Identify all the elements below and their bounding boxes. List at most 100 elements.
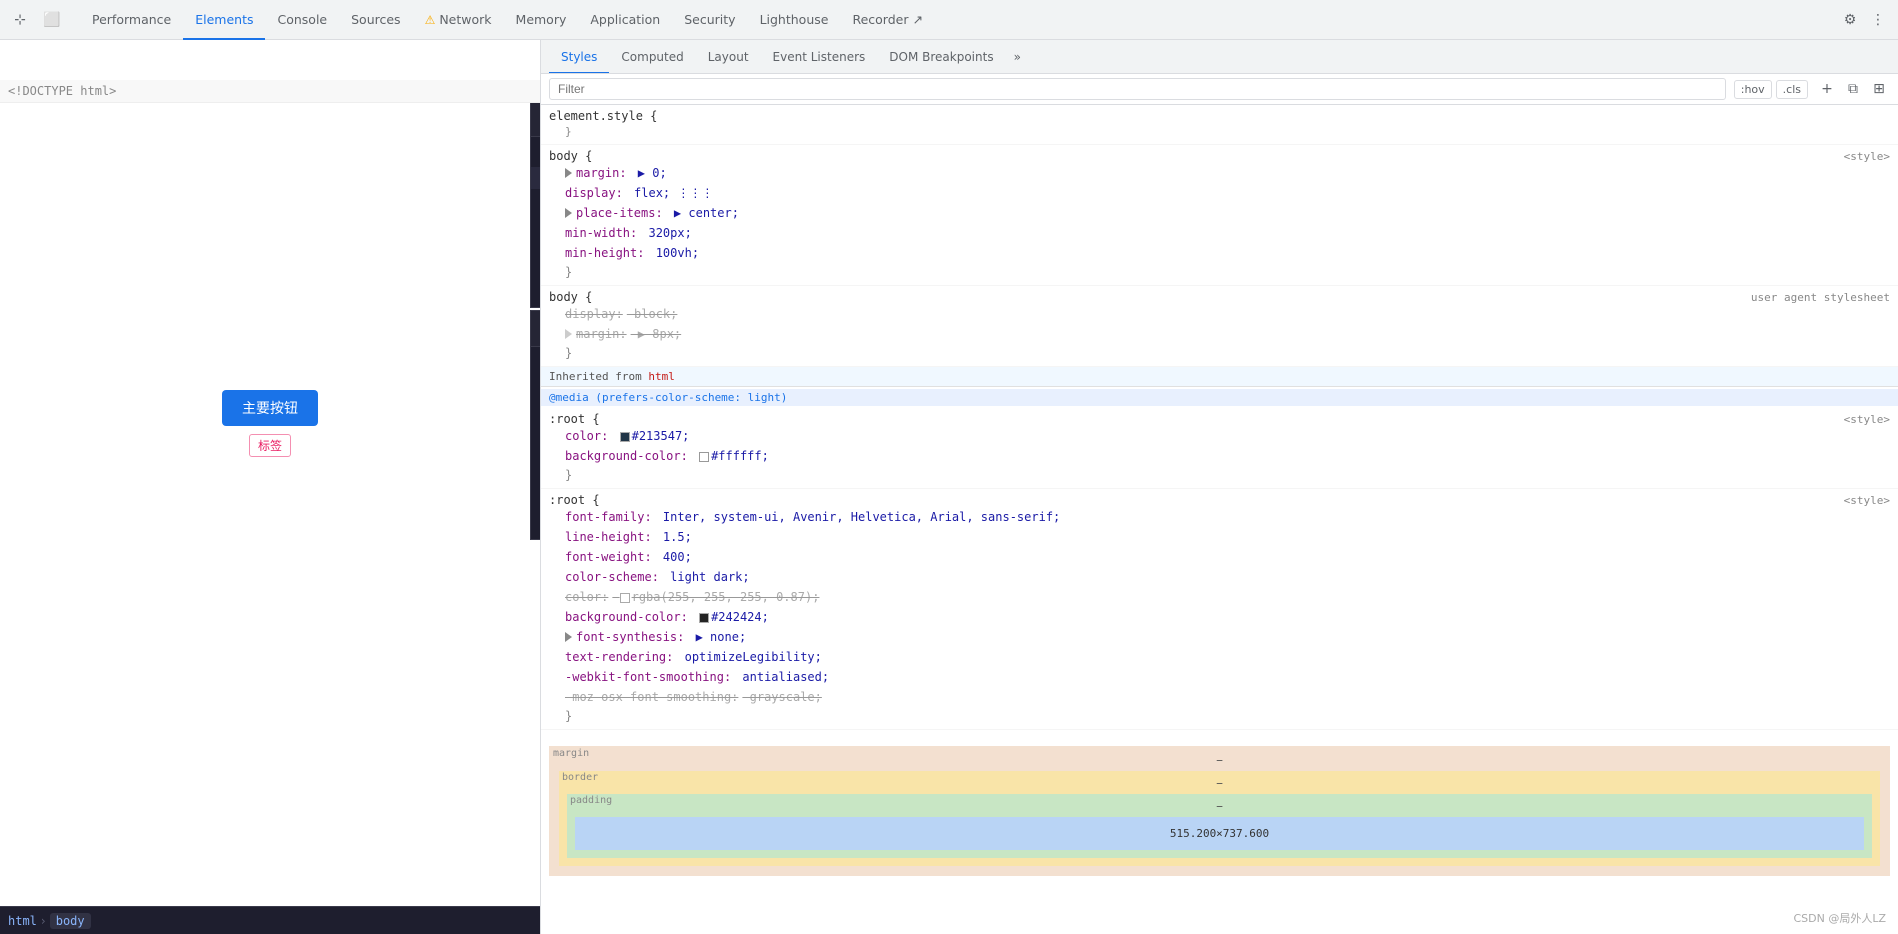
filter-refresh-icon[interactable]: ⊞ — [1868, 78, 1890, 100]
devtools-tab-network[interactable]: ⚠Network — [413, 1, 504, 40]
main-content: 主要按钮 标签 🟥package.json💛vite.config.ts💚App… — [0, 40, 1898, 934]
style-prop-color-root1: color: #213547; — [549, 426, 1890, 446]
preview-tag: 标签 — [249, 434, 291, 457]
style-rule-element: element.style { } — [541, 105, 1898, 145]
styles-tab-event-listeners[interactable]: Event Listeners — [761, 41, 878, 74]
devtools-tab-application[interactable]: Application — [578, 1, 672, 40]
style-prop-tr: text-rendering: optimizeLegibility; — [549, 647, 1890, 667]
devtools-tab-console[interactable]: Console — [265, 1, 339, 40]
rule-close-root1: } — [549, 466, 1890, 484]
prop-name-minw: min-width: — [565, 224, 637, 242]
line-num: 4 — [539, 211, 540, 233]
devtools-tab-sources[interactable]: Sources — [339, 1, 412, 40]
line-num: 3 — [539, 189, 540, 211]
prop-val-display: flex; ⋮⋮⋮ — [627, 184, 714, 202]
style-rule-root-2-header: :root { <style> — [549, 493, 1890, 507]
styles-tab-styles[interactable]: Styles — [549, 41, 609, 74]
prop-val-margin: ▶ 0; — [631, 164, 667, 182]
style-selector-root2: :root { — [549, 493, 600, 507]
style-prop-minh: min-height: 100vh; — [549, 243, 1890, 263]
styles-tabs-more[interactable]: » — [1014, 50, 1021, 64]
devtools-tab-memory[interactable]: Memory — [504, 1, 579, 40]
code-panel-2-tabs: 🟥package.json💛vite.config.ts🟠main.ts× — [531, 311, 540, 347]
devtools-tab-recorder-↗[interactable]: Recorder ↗ — [840, 1, 934, 40]
styles-tab-dom-breakpoints[interactable]: DOM Breakpoints — [877, 41, 1005, 74]
filter-badges: :hov .cls — [1734, 80, 1808, 99]
inspect-icon[interactable]: ⊹ — [8, 8, 32, 32]
code-line: 7 — [531, 277, 540, 299]
prop-name-margin: margin: — [576, 164, 627, 182]
triangle-ua[interactable] — [565, 329, 572, 339]
prop-name-fsynth: font-synthesis: — [576, 628, 684, 646]
preview-area: 主要按钮 标签 🟥package.json💛vite.config.ts💚App… — [0, 40, 540, 934]
line-num: 7 — [539, 487, 540, 509]
code-tab-package-json[interactable]: 🟥package.json — [531, 101, 540, 136]
style-rule-element-close: } — [549, 123, 1890, 140]
preview-primary-button[interactable]: 主要按钮 — [222, 390, 318, 426]
style-prop-ff: font-family: Inter, system-ui, Avenir, H… — [549, 507, 1890, 527]
prop-val-bg-r2: #242424; — [692, 608, 769, 626]
filter-copy-icon[interactable]: ⧉ — [1842, 78, 1864, 100]
style-rule-body-ua: body { user agent stylesheet display: bl… — [541, 286, 1898, 367]
style-prop-cs: color-scheme: light dark; — [549, 567, 1890, 587]
prop-val-minh: 100vh; — [648, 244, 699, 262]
prop-name-display-ua: display: — [565, 305, 623, 323]
code-line: 1<template> — [531, 145, 540, 167]
devtools-tab-security[interactable]: Security — [672, 1, 747, 40]
settings-icon[interactable]: ⚙ — [1838, 8, 1862, 32]
code-line: 3import App from "./App.vue"; — [531, 399, 540, 421]
device-icon[interactable]: ⬜ — [40, 8, 64, 32]
box-model-margin-label: margin — [553, 748, 589, 759]
styles-content: element.style { } body { <style> margin:… — [541, 105, 1898, 934]
prop-name-color-r1: color: — [565, 427, 608, 445]
rule-close-ua: } — [549, 344, 1890, 362]
line-num: 6 — [539, 255, 540, 277]
styles-tab-computed[interactable]: Computed — [609, 41, 695, 74]
code-panel-1-tabs: 🟥package.json💛vite.config.ts💚App.vue× — [531, 101, 540, 137]
styles-tab-layout[interactable]: Layout — [696, 41, 761, 74]
line-num: 3 — [539, 399, 540, 421]
prop-name-fw: font-weight: — [565, 548, 652, 566]
box-model-padding: padding − 515.200×737.600 — [567, 794, 1872, 858]
more-icon[interactable]: ⋮ — [1866, 8, 1890, 32]
prop-name-cs: color-scheme: — [565, 568, 659, 586]
code-panel-1-content: 1<template>2 <Button type="primary">主要按钮… — [531, 137, 540, 307]
triangle-fsynth[interactable] — [565, 632, 572, 642]
style-prop-wfs: -webkit-font-smoothing: antialiased; — [549, 667, 1890, 687]
line-num: 7 — [539, 277, 540, 299]
prop-val-wfs: antialiased; — [735, 668, 829, 686]
prop-name-lh: line-height: — [565, 528, 652, 546]
box-model-padding-label: padding — [570, 795, 612, 806]
color-swatch-242424 — [699, 613, 709, 623]
code-line: 6 — [531, 255, 540, 277]
style-rule-element-header: element.style { — [549, 109, 1890, 123]
line-num: 1 — [539, 355, 540, 377]
devtools-left-icons: ⊹ ⬜ — [8, 8, 64, 32]
prop-name-bg-r2: background-color: — [565, 608, 688, 626]
filter-hov[interactable]: :hov — [1734, 80, 1772, 99]
triangle-icon[interactable] — [565, 168, 572, 178]
style-selector-root1: :root { — [549, 412, 600, 426]
filter-input[interactable] — [549, 78, 1726, 100]
devtools-tab-lighthouse[interactable]: Lighthouse — [748, 1, 841, 40]
box-model-content: 515.200×737.600 — [575, 817, 1864, 850]
prop-val-lh: 1.5; — [656, 528, 692, 546]
color-swatch-ffffff — [699, 452, 709, 462]
breadcrumb-html[interactable]: html — [8, 914, 37, 928]
prop-name-place: place-items: — [576, 204, 663, 222]
code-line: 2 <Button type="primary">主要按钮</Button> — [531, 167, 540, 189]
style-selector-body1: body { — [549, 149, 592, 163]
style-prop-lh: line-height: 1.5; — [549, 527, 1890, 547]
devtools-tab-performance[interactable]: Performance — [80, 1, 183, 40]
filter-cls[interactable]: .cls — [1776, 80, 1808, 99]
devtools-tab-elements[interactable]: Elements — [183, 1, 265, 40]
style-prop-fw: font-weight: 400; — [549, 547, 1890, 567]
prop-name-color-st: color: — [565, 588, 608, 606]
styles-tabs: StylesComputedLayoutEvent ListenersDOM B… — [541, 40, 1898, 74]
code-tab-package-json[interactable]: 🟥package.json — [531, 311, 540, 346]
code-line: 4 <Tag color="pink">标签</Tag> — [531, 211, 540, 233]
filter-add-icon[interactable]: + — [1816, 78, 1838, 100]
prop-name-ff: font-family: — [565, 508, 652, 526]
breadcrumb-body[interactable]: body — [50, 913, 91, 929]
triangle-icon-place[interactable] — [565, 208, 572, 218]
